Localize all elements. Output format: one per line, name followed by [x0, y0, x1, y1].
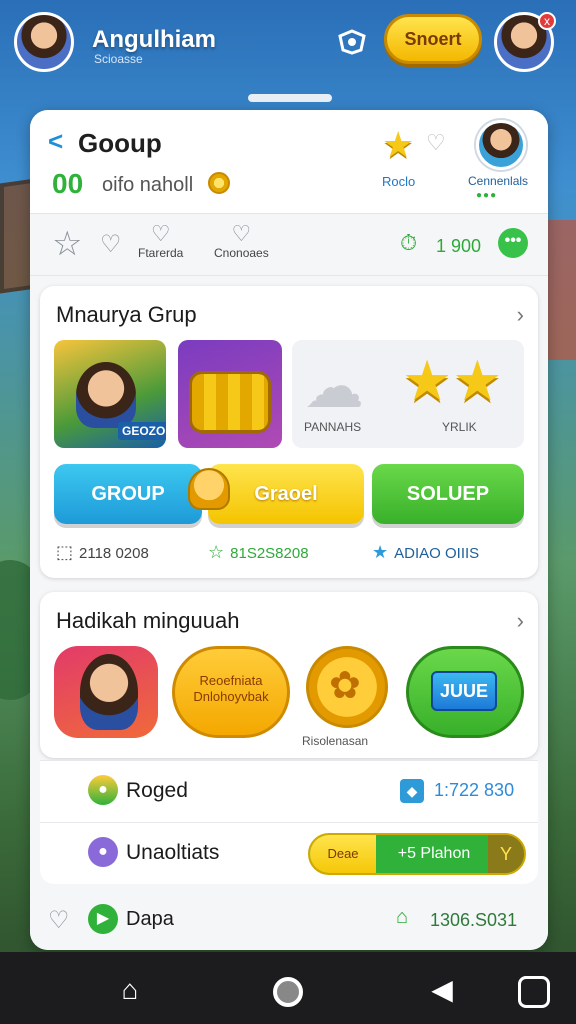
lock-icon: ⌂: [396, 906, 409, 928]
join-button[interactable]: JUUE: [406, 646, 524, 738]
stat-stars: ☆ 81S2S8208: [208, 542, 309, 563]
heart-outline-icon[interactable]: ♡: [100, 230, 122, 259]
paw-icon: ✿: [329, 665, 361, 707]
chevron-right-icon[interactable]: ›: [517, 608, 524, 634]
group-button[interactable]: GROUP: [54, 464, 202, 524]
location-pin-icon: ●: [88, 775, 118, 805]
list-item[interactable]: ● Unaoltiats Deae +5 Plahon Y: [40, 822, 538, 884]
score-value: 00: [52, 168, 84, 199]
group-panel: < Gooup 00 oifo naholl ★ ♡ Roclo Cennenl…: [30, 110, 548, 950]
character-tag: GEOZO: [118, 422, 166, 440]
member-status-dots: ●●●: [476, 190, 498, 201]
member-label: Cennenlals: [468, 174, 529, 188]
home-icon[interactable]: ⌂: [110, 970, 150, 1010]
list-item-label: Roged: [126, 779, 188, 802]
coin-pile-image: [192, 374, 268, 430]
star-icon: ☆: [208, 542, 225, 562]
reward-label: PANNAHS: [304, 420, 362, 434]
play-icon[interactable]: ▶: [88, 904, 118, 934]
stat-members: ⬚ 2118 0208: [56, 542, 149, 563]
list-item-value-text: 1:722 830: [434, 780, 515, 800]
filter-item-label: Ftarerda: [138, 246, 184, 260]
shield-icon: [338, 29, 366, 55]
character-tile[interactable]: [54, 646, 158, 738]
gift-icon: ◆: [400, 779, 424, 803]
reward-pill[interactable]: Deae +5 Plahon Y: [308, 833, 526, 875]
drag-handle[interactable]: [248, 94, 332, 102]
star-icon[interactable]: ★: [382, 124, 414, 166]
footer-value: 1306.S031: [430, 910, 518, 930]
recents-button[interactable]: [514, 970, 554, 1010]
paw-button[interactable]: ✿: [306, 646, 388, 728]
heart-icon: ♡: [231, 221, 252, 246]
challenge-card: Hadikah minguuah › Reoefniata Dnlohoyvba…: [40, 592, 538, 758]
star-icon: ★: [372, 542, 389, 562]
app-subtitle: Scioasse: [94, 52, 143, 66]
filter-item-label: Cnonoaes: [214, 246, 269, 260]
list-item[interactable]: ● Roged ◆ 1:722 830: [40, 760, 538, 822]
filter-item-connections[interactable]: ♡ Cnonoaes: [214, 221, 269, 261]
home-circle-button[interactable]: [268, 970, 308, 1010]
setup-button[interactable]: SOLUEP: [372, 464, 524, 524]
pill-end-icon[interactable]: Y: [488, 835, 524, 873]
back-triangle-icon[interactable]: ◀: [422, 970, 462, 1010]
panel-header: < Gooup 00 oifo naholl ★ ♡ Roclo Cennenl…: [30, 110, 548, 214]
filter-row: ☆ ♡ ♡ Ftarerda ♡ Cnonoaes ⏱ 1 900 •••: [30, 214, 548, 276]
stat-value: 81S2S8208: [230, 545, 309, 562]
page-title: Gooup: [78, 128, 162, 158]
star-outline-icon[interactable]: ☆: [52, 224, 82, 264]
stat-points: ★ ADIAO OIIIS: [372, 542, 479, 563]
gift-icon: ⬚: [56, 542, 74, 562]
rank-label: Roclo: [382, 174, 416, 189]
app-title: Angulhiam: [92, 26, 216, 53]
chat-heart-icon: ♡: [150, 221, 171, 246]
more-button[interactable]: •••: [498, 228, 528, 258]
pill-mid-label: +5 Plahon: [397, 845, 471, 862]
timer-value: 1 900: [436, 236, 482, 256]
rewards-tile[interactable]: ☁ ★★ PANNAHS YRLIK: [292, 340, 524, 448]
list-item-label: Unaoltiats: [126, 841, 220, 864]
character-image: [76, 362, 136, 428]
character-tile[interactable]: GEOZO: [54, 340, 166, 448]
travel-button[interactable]: Graoel: [208, 464, 364, 524]
heart-outline-icon[interactable]: ♡: [48, 906, 70, 935]
pet-icon: ●: [88, 837, 118, 867]
system-nav-bar: ⌂ ◀: [0, 952, 576, 1024]
heart-icon[interactable]: ♡: [426, 130, 446, 156]
footer-label: Dapa: [126, 908, 174, 930]
pudding-icon: [188, 468, 230, 510]
reward-label: YRLIK: [442, 420, 477, 434]
player-avatar[interactable]: [14, 12, 74, 72]
join-label: JUUE: [431, 671, 497, 711]
stat-value: ADIAO OIIIS: [394, 545, 480, 562]
notification-badge[interactable]: x: [538, 12, 556, 30]
circle-icon: [273, 976, 303, 1007]
card-title: Hadikah minguuah: [56, 608, 240, 633]
card-title: Mnaurya Grup: [56, 302, 197, 327]
character-image: [80, 654, 138, 730]
stars-icon: ★★: [402, 349, 503, 412]
treasure-tile[interactable]: [178, 340, 282, 448]
paw-label: Risolenasan: [302, 734, 369, 748]
ghost-icon: ☁: [304, 353, 364, 420]
panel-footer: ♡ ▶ Dapa ⌂ 1306.S031: [30, 892, 548, 950]
recents-icon: [518, 975, 550, 1008]
pill-left-label: Deae: [310, 835, 376, 873]
info-pill-button[interactable]: Reoefniata Dnlohoyvbak: [172, 646, 290, 738]
shop-button[interactable]: Snoert: [384, 14, 482, 64]
group-card: Mnaurya Grup › GEOZO ☁ ★★ PANNAHS YRLIK …: [40, 286, 538, 578]
list-item-value: ◆ 1:722 830: [400, 779, 514, 803]
chevron-right-icon[interactable]: ›: [517, 302, 524, 328]
stat-value: 2118 0208: [79, 545, 149, 562]
top-bar: Angulhiam Scioasse Snoert x: [0, 0, 576, 88]
filter-item-favorites[interactable]: ♡ Ftarerda: [138, 221, 184, 261]
coin-icon: [208, 172, 230, 194]
back-button[interactable]: <: [48, 126, 63, 157]
member-avatar[interactable]: [476, 120, 526, 170]
shield-button[interactable]: [332, 24, 372, 60]
timer-icon: ⏱: [400, 230, 418, 255]
score-label: oifo naholl: [102, 174, 194, 196]
